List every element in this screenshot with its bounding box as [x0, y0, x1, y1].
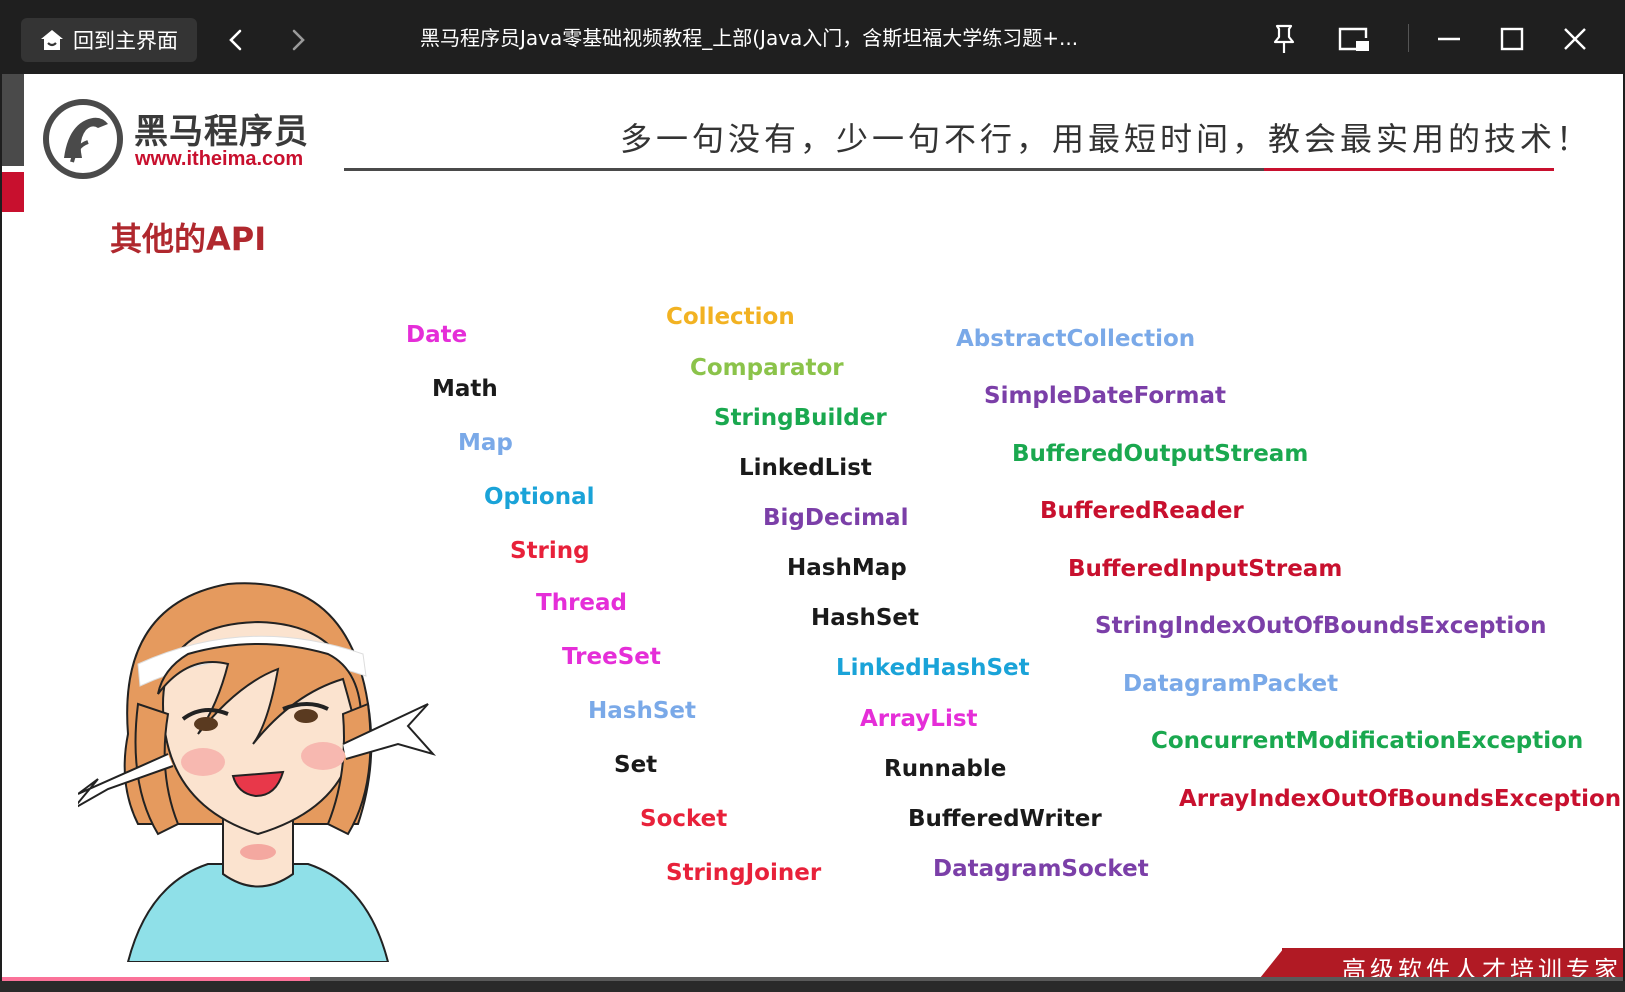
api-word: ConcurrentModificationException	[1151, 728, 1584, 754]
api-word: HashSet	[811, 605, 919, 631]
slide-left-accent	[2, 172, 24, 212]
api-word: HashSet	[588, 698, 696, 724]
api-word: Socket	[640, 806, 728, 832]
api-word: BufferedOutputStream	[1012, 441, 1309, 467]
api-word: DatagramPacket	[1123, 671, 1339, 697]
maximize-button[interactable]	[1492, 19, 1532, 59]
api-word: String	[510, 538, 590, 564]
api-word: Math	[432, 376, 498, 402]
minimize-icon	[1438, 37, 1460, 41]
header-rule-accent	[1264, 168, 1554, 171]
chevron-left-icon	[229, 29, 242, 51]
window-title: 黑马程序员Java零基础视频教程_上部(Java入门，含斯坦福大学练习题+...	[420, 26, 1079, 50]
api-word: Map	[458, 430, 513, 456]
api-word: Optional	[484, 484, 595, 510]
bottom-strip	[0, 981, 1625, 992]
api-word: Thread	[536, 590, 627, 616]
api-word: TreeSet	[562, 644, 661, 670]
picture-in-picture-icon	[1338, 27, 1369, 51]
api-word: HashMap	[787, 555, 907, 581]
close-button[interactable]	[1555, 19, 1595, 59]
api-word: BufferedWriter	[908, 806, 1102, 832]
pin-icon	[1273, 24, 1295, 53]
api-word: Comparator	[690, 355, 844, 381]
api-word: BigDecimal	[763, 505, 909, 531]
api-word: BufferedInputStream	[1068, 556, 1343, 582]
api-word: LinkedList	[739, 455, 872, 481]
home-button[interactable]: 回到主界面	[21, 18, 197, 62]
chevron-right-icon	[292, 29, 305, 51]
back-button[interactable]	[216, 20, 256, 60]
api-word: Runnable	[884, 756, 1007, 782]
logo-url: www.itheima.com	[135, 148, 304, 170]
maximize-icon	[1500, 27, 1524, 51]
api-word: ArrayList	[860, 706, 978, 732]
api-word: LinkedHashSet	[836, 655, 1030, 681]
api-word: BufferedReader	[1040, 498, 1244, 524]
minimize-button[interactable]	[1429, 19, 1469, 59]
title-bar: 回到主界面 黑马程序员Java零基础视频教程_上部(Java入门，含斯坦福大学练…	[0, 0, 1625, 74]
picture-in-picture-button[interactable]	[1334, 19, 1374, 59]
api-word: SimpleDateFormat	[984, 383, 1226, 409]
header-rule	[344, 168, 1264, 171]
api-word: ArrayIndexOutOfBoundsException	[1179, 786, 1622, 812]
api-word: StringBuilder	[714, 405, 887, 431]
api-word: Set	[614, 752, 658, 778]
home-icon	[41, 30, 63, 50]
titlebar-separator	[1408, 24, 1409, 52]
cartoon-girl-illustration	[78, 582, 437, 962]
api-word: Date	[406, 322, 468, 348]
video-frame[interactable]: 黑马程序员 www.itheima.com 多一句没有，少一句不行，用最短时间，…	[2, 74, 1623, 977]
api-word: StringIndexOutOfBoundsException	[1095, 613, 1547, 639]
close-icon	[1564, 28, 1586, 50]
footer-text: 高级软件人才培训专家	[1342, 956, 1622, 977]
slide-heading: 其他的API	[110, 220, 267, 258]
api-word: Collection	[666, 304, 795, 330]
slogan: 多一句没有，少一句不行，用最短时间，教会最实用的技术！	[620, 120, 1593, 158]
api-word: AbstractCollection	[956, 326, 1196, 352]
home-button-label: 回到主界面	[73, 29, 178, 53]
api-word: DatagramSocket	[933, 856, 1149, 882]
api-word: StringJoiner	[666, 860, 822, 886]
slide-left-bar	[2, 74, 24, 166]
footer-banner-edge	[1260, 948, 1284, 977]
itheima-logo-icon	[43, 99, 123, 179]
logo-text: 黑马程序员	[134, 112, 309, 152]
forward-button[interactable]	[278, 20, 318, 60]
pin-button[interactable]	[1264, 19, 1304, 59]
